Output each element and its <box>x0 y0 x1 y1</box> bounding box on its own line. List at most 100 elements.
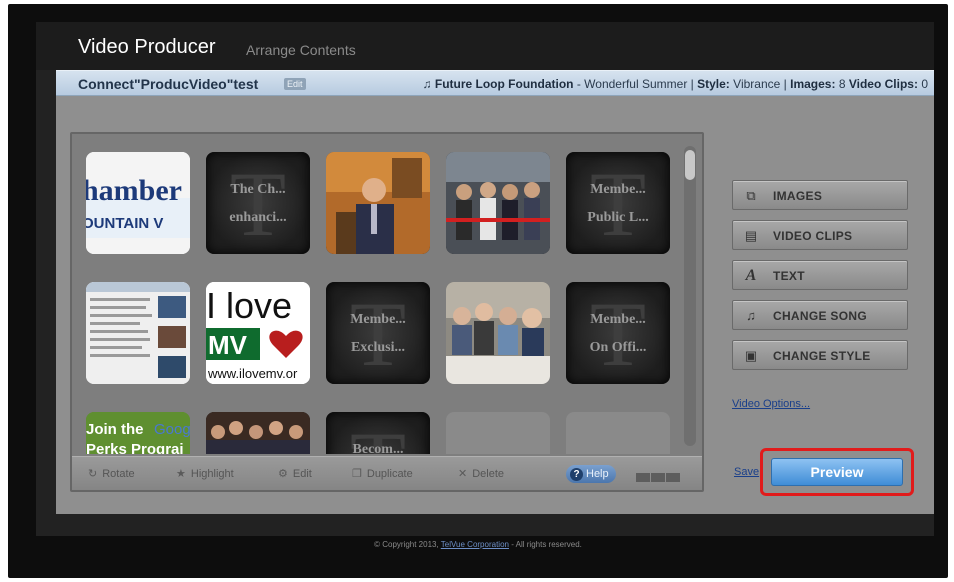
man-speaking-photo <box>326 152 430 254</box>
music-note-icon: ♫ <box>746 308 756 323</box>
grid-view-icon <box>636 473 650 482</box>
change-song-label: CHANGE SONG <box>773 309 867 323</box>
rights-text: - All rights reserved. <box>508 540 582 549</box>
content-tile-image[interactable] <box>446 282 550 384</box>
project-name: Connect"ProducVideo"test <box>78 76 259 92</box>
text-tile-icon: T <box>229 153 287 254</box>
google-line2: Perks Prograi <box>86 441 184 454</box>
copyright-text: © Copyright 2013, <box>374 540 439 549</box>
grid-view-icon <box>651 473 665 482</box>
tile-text-line1: The Ch... <box>230 182 286 197</box>
rotate-icon: ↻ <box>88 468 98 480</box>
content-actions: ⧉ IMAGES ▤ VIDEO CLIPS A TEXT ♫ CHANGE S… <box>732 180 910 380</box>
chamber-logo-image: hamber OUNTAIN V <box>86 152 190 254</box>
change-style-label: CHANGE STYLE <box>773 349 871 363</box>
website-screenshot-image <box>86 282 190 384</box>
film-icon: ▤ <box>744 228 758 243</box>
preview-highlight-outline: Preview <box>760 448 914 496</box>
song-title: Wonderful Summer <box>584 77 688 91</box>
grid-scrollbar[interactable] <box>684 146 696 446</box>
clips-count: 0 <box>921 77 928 91</box>
content-tile-image[interactable]: I love MV www.ilovemv.or <box>206 282 310 384</box>
video-options-link[interactable]: Video Options... <box>732 398 810 410</box>
content-tile-image[interactable] <box>86 282 190 384</box>
edit-button[interactable]: ⚙ Edit <box>278 467 312 480</box>
text-icon: A <box>745 267 757 284</box>
edit-project-name-button[interactable]: Edit <box>284 78 306 90</box>
tile-text-line2: enhanci... <box>229 210 287 225</box>
rotate-button[interactable]: ↻ Rotate <box>88 467 135 480</box>
images-count: 8 <box>838 77 846 91</box>
content-tile-image[interactable]: hamber OUNTAIN V <box>86 152 190 254</box>
images-label: Images: <box>790 77 836 91</box>
company-link[interactable]: TelVue Corporation <box>441 540 509 549</box>
change-song-button[interactable]: ♫ CHANGE SONG <box>732 300 908 330</box>
group-dinner-photo <box>446 282 550 384</box>
ilove-line2: MV <box>208 330 248 360</box>
rotate-label: Rotate <box>102 468 135 480</box>
picture-icon: ▣ <box>744 348 758 363</box>
tile-text-line2: Exclusi... <box>350 340 406 355</box>
change-style-button[interactable]: ▣ CHANGE STYLE <box>732 340 908 370</box>
google-perks-image: Join the Goog Perks Prograi <box>86 412 190 454</box>
tile-text-line1: Becom... <box>352 442 404 454</box>
google-word: Goog <box>154 421 190 438</box>
preview-button[interactable]: Preview <box>771 458 903 486</box>
text-button[interactable]: A TEXT <box>732 260 908 290</box>
highlight-label: Highlight <box>190 468 234 480</box>
edit-label: Edit <box>292 468 312 480</box>
content-grid-panel: hamber OUNTAIN V T The Ch... enhanci... <box>70 132 704 492</box>
help-label: Help <box>586 468 609 480</box>
song-artist: Future Loop Foundation <box>434 77 574 91</box>
gear-icon: ⚙ <box>278 468 288 480</box>
app-window: Video Producer Arrange Contents Connect"… <box>36 22 934 536</box>
empty-tile-slot <box>446 412 550 454</box>
images-button[interactable]: ⧉ IMAGES <box>732 180 908 210</box>
music-note-icon: ♫ <box>422 77 432 91</box>
project-bar: Connect"ProducVideo"test Edit ♫ Future L… <box>56 70 934 96</box>
app-frame: Video Producer Arrange Contents Connect"… <box>8 4 948 578</box>
content-tile-image[interactable] <box>326 152 430 254</box>
tile-text-line1: Membe... <box>350 312 406 327</box>
style-value: Vibrance <box>733 77 781 91</box>
content-tile-image[interactable] <box>446 152 550 254</box>
main-panel: hamber OUNTAIN V T The Ch... enhanci... <box>56 96 934 514</box>
scroll-thumb[interactable] <box>685 150 695 180</box>
clips-label: Video Clips: <box>848 77 918 91</box>
content-tile-text[interactable]: T Becom... <box>326 412 430 454</box>
content-tile-text[interactable]: T Membe... Public L... <box>566 152 670 254</box>
crowd-photo <box>206 412 310 454</box>
song-separator: - <box>573 77 585 91</box>
style-label: Style: <box>697 77 730 91</box>
empty-tile-slot <box>566 412 670 454</box>
content-tile-image[interactable]: Join the Goog Perks Prograi <box>86 412 190 454</box>
duplicate-icon: ❐ <box>352 468 362 480</box>
ribbon-cutting-photo <box>446 152 550 254</box>
save-link[interactable]: Save <box>734 466 759 478</box>
text-tile-icon: T <box>349 283 407 384</box>
google-line1: Join the <box>86 421 144 438</box>
help-button[interactable]: ? Help <box>566 465 616 483</box>
i-love-mv-image: I love MV www.ilovemv.or <box>206 282 310 384</box>
footer: © Copyright 2013, TelVue Corporation - A… <box>8 540 948 549</box>
tile-text-line1: Membe... <box>590 182 646 197</box>
video-clips-button[interactable]: ▤ VIDEO CLIPS <box>732 220 908 250</box>
app-title: Video Producer <box>78 36 216 58</box>
tile-text-line2: On Offi... <box>589 340 647 355</box>
content-tile-text[interactable]: T Membe... On Offi... <box>566 282 670 384</box>
delete-label: Delete <box>472 468 505 480</box>
duplicate-label: Duplicate <box>366 468 413 480</box>
project-summary: ♫ Future Loop Foundation - Wonderful Sum… <box>422 77 928 91</box>
duplicate-button[interactable]: ❐ Duplicate <box>352 467 413 480</box>
text-tile-icon: T <box>589 283 647 384</box>
page-subtitle: Arrange Contents <box>246 42 356 58</box>
delete-button[interactable]: ✕ Delete <box>458 467 504 480</box>
title-bar: Video Producer Arrange Contents <box>36 22 934 70</box>
content-tile-image[interactable] <box>206 412 310 454</box>
ilove-line1: I love <box>206 285 292 326</box>
content-tile-text[interactable]: T The Ch... enhanci... <box>206 152 310 254</box>
highlight-button[interactable]: ★ Highlight <box>176 467 234 480</box>
view-toggle[interactable] <box>636 469 681 487</box>
content-grid: hamber OUNTAIN V T The Ch... enhanci... <box>72 134 702 454</box>
content-tile-text[interactable]: T Membe... Exclusi... <box>326 282 430 384</box>
